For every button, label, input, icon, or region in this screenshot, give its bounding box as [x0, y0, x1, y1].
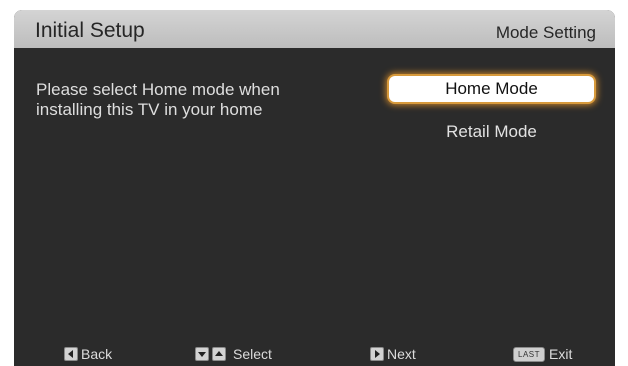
exit-label: Exit: [549, 346, 573, 362]
retail-mode-button[interactable]: Retail Mode: [389, 119, 594, 145]
header-bar: Initial Setup Mode Setting: [14, 10, 615, 48]
back-hint[interactable]: Back: [64, 346, 112, 362]
page-subtitle: Mode Setting: [495, 23, 596, 42]
tv-setup-screen: Initial Setup Mode Setting Please select…: [14, 10, 615, 366]
select-label: Select: [233, 346, 272, 362]
home-mode-button[interactable]: Home Mode: [389, 76, 594, 102]
exit-hint[interactable]: LAST Exit: [513, 346, 572, 362]
footer-hints: Back Select Next LAST Exit: [14, 341, 615, 366]
next-label: Next: [387, 346, 416, 362]
up-arrow-key-icon: [212, 347, 226, 361]
next-hint[interactable]: Next: [370, 346, 416, 362]
left-arrow-key-icon: [64, 347, 78, 361]
right-arrow-key-icon: [370, 347, 384, 361]
page-title: Initial Setup: [35, 19, 145, 42]
instruction-text: Please select Home mode when installing …: [36, 80, 280, 119]
back-label: Back: [81, 346, 113, 362]
select-hint[interactable]: Select: [195, 346, 272, 362]
last-key-icon: LAST: [513, 346, 546, 362]
down-arrow-key-icon: [195, 347, 209, 361]
